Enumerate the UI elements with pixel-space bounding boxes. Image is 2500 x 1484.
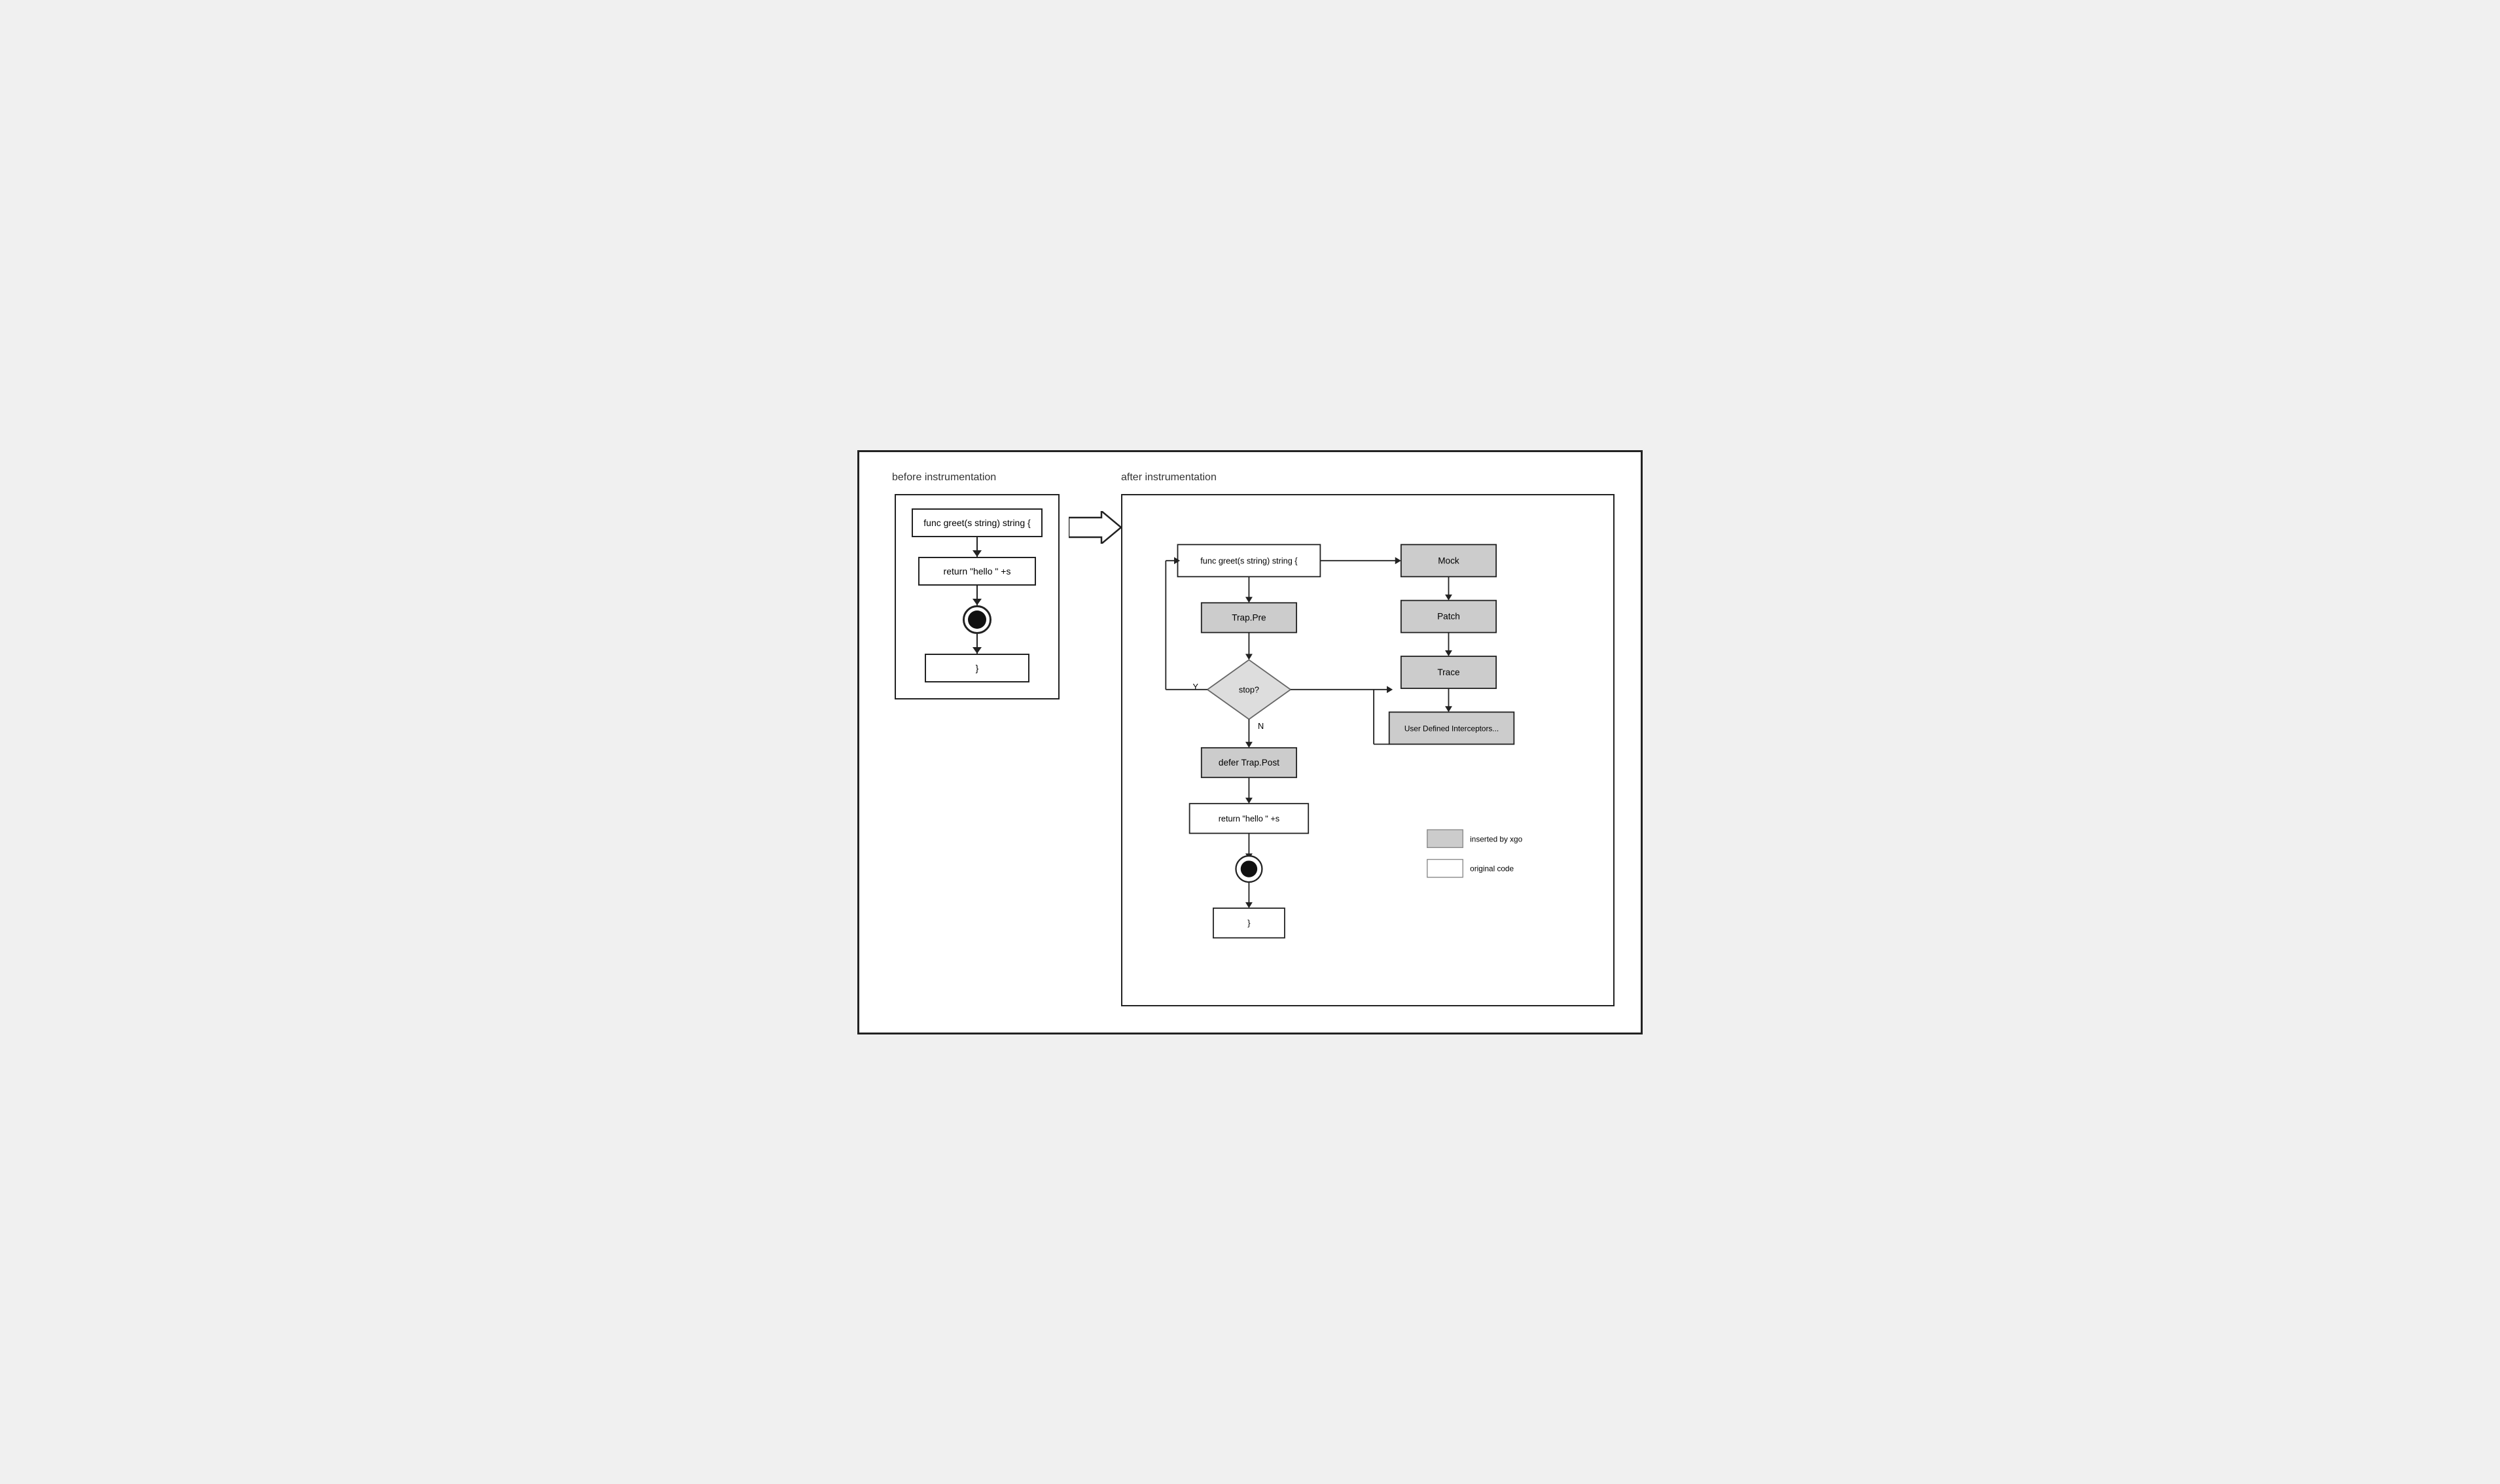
transition-arrow <box>1069 511 1121 544</box>
before-node3: } <box>925 654 1029 682</box>
svg-text:stop?: stop? <box>1239 684 1259 694</box>
svg-text:User Defined Interceptors...: User Defined Interceptors... <box>1404 724 1499 733</box>
left-side: before instrumentation func greet(s stri… <box>885 472 1069 699</box>
svg-text:return "hello " +s: return "hello " +s <box>1219 813 1279 823</box>
svg-text:original code: original code <box>1470 864 1514 873</box>
svg-text:}: } <box>1247 918 1251 928</box>
before-end-circle-inner <box>968 610 986 629</box>
before-node2: return "hello " +s <box>918 557 1036 586</box>
svg-text:inserted by xgo: inserted by xgo <box>1470 834 1522 843</box>
right-side: after instrumentation func greet(s strin… <box>1121 472 1615 1006</box>
arrow-before-1 <box>976 537 978 557</box>
before-end-circle <box>963 605 991 634</box>
svg-text:func greet(s string) string {: func greet(s string) string { <box>1200 556 1298 565</box>
svg-text:Patch: Patch <box>1437 611 1460 621</box>
svg-text:Trap.Pre: Trap.Pre <box>1232 612 1266 622</box>
arrow-before-3 <box>976 634 978 654</box>
arrow-svg <box>1069 511 1121 544</box>
outer-container: before instrumentation func greet(s stri… <box>857 450 1643 1034</box>
svg-text:defer Trap.Post: defer Trap.Post <box>1219 758 1279 768</box>
before-node1: func greet(s string) string { <box>912 508 1042 537</box>
svg-text:Mock: Mock <box>1438 556 1459 565</box>
after-flow-svg: func greet(s string) string { Trap.Pre s… <box>1142 511 1594 982</box>
svg-text:Trace: Trace <box>1437 667 1459 677</box>
svg-text:N: N <box>1258 720 1264 730</box>
after-label: after instrumentation <box>1121 472 1217 484</box>
before-box: func greet(s string) string { return "he… <box>895 494 1059 699</box>
after-border: func greet(s string) string { Trap.Pre s… <box>1121 494 1615 1006</box>
before-label: before instrumentation <box>892 472 996 484</box>
arrow-before-2 <box>976 586 978 605</box>
diagram-layout: before instrumentation func greet(s stri… <box>885 472 1615 1006</box>
